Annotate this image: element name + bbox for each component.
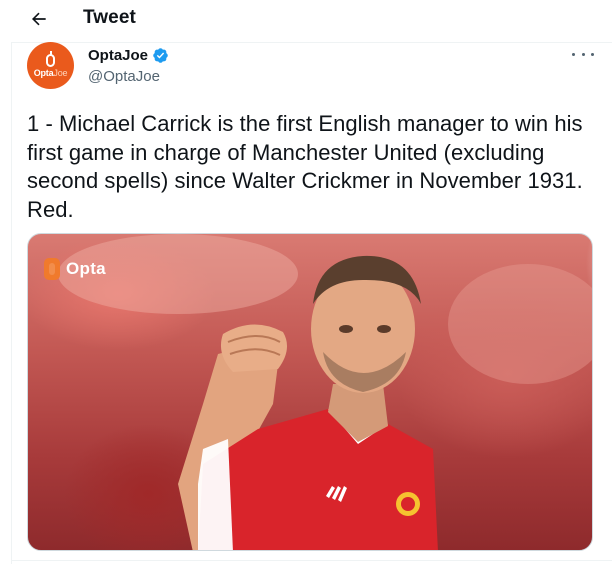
author-name-row: OptaJoe — [88, 47, 169, 64]
page-title: Tweet — [83, 7, 136, 28]
tweet-header: Tweet — [0, 0, 612, 38]
arrow-left-icon — [32, 12, 46, 26]
avatar[interactable]: OptaJoe — [27, 42, 74, 89]
bottom-divider — [12, 560, 612, 561]
avatar-label: OptaJoe — [33, 67, 68, 78]
opta-watermark: Opta — [44, 258, 106, 280]
author-name[interactable]: OptaJoe — [88, 47, 148, 64]
more-horizontal-icon — [572, 52, 575, 56]
header-divider — [12, 42, 612, 43]
opta-logo-icon — [44, 258, 60, 280]
photo-scene — [58, 234, 592, 550]
opta-logo-icon — [46, 50, 55, 67]
verified-badge-icon — [152, 47, 169, 64]
column-border — [11, 42, 12, 564]
back-button[interactable] — [26, 6, 52, 32]
author-handle[interactable]: @OptaJoe — [88, 68, 160, 85]
more-options-button[interactable] — [572, 46, 594, 62]
tweet-photo[interactable]: Opta — [27, 233, 593, 551]
tweet-text: 1 - Michael Carrick is the first English… — [27, 111, 583, 222]
